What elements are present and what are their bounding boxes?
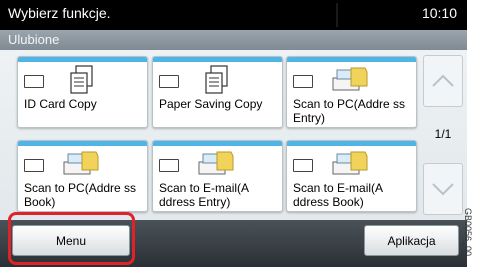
subtitle: Ulubione [8, 32, 60, 47]
page-indicator: 1/1 [434, 127, 452, 141]
tile-scan-to-email-address-book[interactable]: Scan to E-mail(A ddress Book) [286, 140, 417, 212]
tile-label: Scan to E-mail(A ddress Book) [293, 181, 383, 209]
scan-mode-icon [293, 75, 313, 88]
scan-mode-icon [24, 159, 44, 172]
tile-accent [18, 57, 147, 62]
figure-code: GB0056_00 [463, 208, 473, 257]
scroll-down-button[interactable] [423, 163, 463, 215]
applications-button[interactable]: Aplikacja [364, 225, 459, 256]
title-divider [336, 3, 338, 27]
chevron-up-icon [432, 74, 454, 87]
tile-label: Scan to E-mail(A ddress Entry) [159, 181, 249, 209]
tile-id-card-copy[interactable]: ID Card Copy [17, 56, 148, 128]
tile-label: Paper Saving Copy [159, 97, 263, 111]
tile-accent [153, 141, 282, 146]
tile-accent [287, 141, 416, 146]
tile-scan-to-pc-address-book[interactable]: Scan to PC(Addre ss Book) [17, 140, 148, 212]
tile-label: Scan to PC(Addre ss Entry) [293, 97, 406, 125]
copy-mode-icon [24, 75, 44, 88]
tile-scan-to-pc-address-entry[interactable]: Scan to PC(Addre ss Entry) [286, 56, 417, 128]
tile-accent [153, 57, 282, 62]
screen: Wybierz funkcje. 10:10 Ulubione ID Card … [0, 0, 467, 267]
scan-mode-icon [159, 159, 179, 172]
highlight-frame [8, 212, 135, 265]
copy-document-icon [205, 65, 228, 94]
subtitle-bar: Ulubione [0, 30, 467, 50]
clock: 10:10 [421, 5, 457, 21]
tile-scan-to-email-address-entry[interactable]: Scan to E-mail(A ddress Entry) [152, 140, 283, 212]
pager: 1/1 [423, 55, 463, 215]
tile-accent [287, 57, 416, 62]
scroll-up-button[interactable] [423, 55, 463, 107]
scan-to-folder-icon [198, 151, 234, 175]
tile-accent [18, 141, 147, 146]
screen-title: Wybierz funkcje. [8, 5, 111, 21]
scan-to-folder-icon [332, 67, 368, 91]
tile-label: ID Card Copy [24, 97, 97, 111]
applications-button-label: Aplikacja [387, 234, 436, 248]
scan-mode-icon [293, 159, 313, 172]
title-bar: Wybierz funkcje. 10:10 [0, 0, 467, 30]
chevron-down-icon [432, 183, 454, 196]
copy-document-icon [70, 65, 93, 94]
tile-label: Scan to PC(Addre ss Book) [24, 181, 137, 209]
copy-mode-icon [159, 75, 179, 88]
tile-paper-saving-copy[interactable]: Paper Saving Copy [152, 56, 283, 128]
scan-to-folder-icon [332, 151, 368, 175]
scan-to-folder-icon [63, 151, 99, 175]
